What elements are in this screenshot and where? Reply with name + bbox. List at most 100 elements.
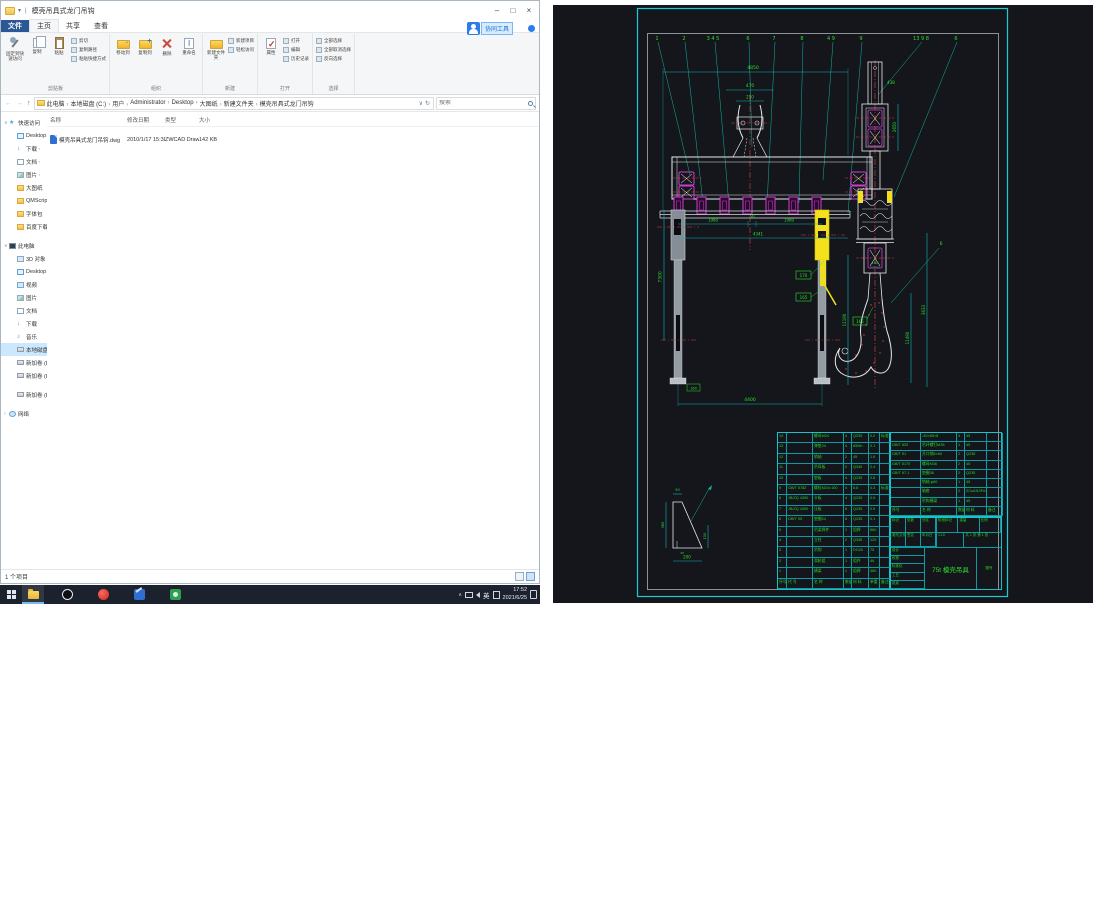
breadcrumb-segment[interactable]: 此电脑 ›	[47, 99, 71, 108]
quick-access-toolbar[interactable]: ▾ |	[17, 7, 28, 15]
nav-item[interactable]: Desktop	[1, 265, 47, 278]
column-header[interactable]: 大小	[199, 116, 229, 124]
bom-table: 14 螺母M24 4 Q235 0.2 标准 13 弹垫24 4 65Mn 0.1 12 销轴 …	[777, 432, 891, 590]
tray-monitor-icon[interactable]	[465, 591, 474, 598]
svg-text:4400: 4400	[744, 397, 756, 403]
forward-icon[interactable]: →	[15, 100, 24, 107]
open-button[interactable]: 打开	[283, 38, 309, 44]
nav-item[interactable]: 图片	[1, 291, 47, 304]
tab-home[interactable]: 主页	[29, 19, 59, 32]
tab-file[interactable]: 文件	[1, 20, 29, 32]
nav-item[interactable]: QMScript	[1, 194, 47, 207]
column-header[interactable]: 名称	[50, 116, 127, 124]
nav-item[interactable]: 音乐	[1, 330, 47, 343]
up-icon[interactable]: ↑	[26, 100, 32, 107]
nav-item[interactable]: 文档	[1, 155, 47, 168]
rename-button[interactable]: 重命名	[178, 35, 200, 55]
search-box[interactable]	[436, 96, 536, 110]
collab-overlay[interactable]: 协同工具	[466, 22, 513, 35]
tray-expand-icon[interactable]: ∧	[458, 592, 462, 598]
new-folder-button[interactable]: 新建文件夹	[205, 35, 227, 60]
nav-item[interactable]: 新加卷 (E:)	[1, 369, 47, 382]
tray-app-icon[interactable]	[492, 590, 500, 599]
revision-label: 签名	[906, 532, 921, 547]
easy-access-button[interactable]: 轻松访问	[228, 47, 254, 53]
nav-item[interactable]: 字体包	[1, 207, 47, 220]
file-row[interactable]: 模壳吊具式龙门吊钩.dwg 2010/1/17 15:38 ZWCAD Draw…	[47, 133, 539, 146]
nav-item[interactable]: ∨ 快速访问	[1, 116, 47, 129]
details-view-icon[interactable]	[515, 572, 524, 581]
nav-item[interactable]: 新加卷 (D:)	[1, 356, 47, 369]
breadcrumb-segment[interactable]: 本地磁盘 (C:) ›	[71, 99, 113, 108]
notification-center-icon[interactable]	[530, 590, 537, 599]
help-icon[interactable]	[528, 25, 535, 32]
select-all-button[interactable]: 全部选择	[316, 38, 351, 44]
nav-item[interactable]: 文档	[1, 304, 47, 317]
start-button[interactable]	[0, 585, 22, 604]
title-bar[interactable]: ▾ | 模壳吊具式龙门吊钩 – □ ×	[1, 1, 539, 20]
edit-button[interactable]: 编辑	[283, 47, 309, 53]
breadcrumb-segment[interactable]: Administrator ›	[130, 100, 171, 106]
paste-button[interactable]: 粘贴	[48, 35, 70, 55]
close-button[interactable]: ×	[521, 3, 537, 18]
new-item-button[interactable]: 新建项目	[228, 38, 254, 44]
search-input[interactable]	[439, 100, 528, 106]
copy-to-button[interactable]: 复制到	[134, 35, 156, 55]
thumbnail-view-icon[interactable]	[526, 572, 535, 581]
tab-view[interactable]: 查看	[87, 20, 115, 32]
breadcrumb-segment[interactable]: 模壳吊具式龙门吊钩›	[260, 99, 314, 108]
taskbar-explorer-icon[interactable]	[22, 585, 44, 604]
paste-shortcut-button[interactable]: 粘贴快捷方式	[71, 56, 106, 62]
pin-quick-access-button[interactable]: 固定到快速访问	[4, 35, 26, 61]
volume-icon[interactable]	[476, 591, 481, 598]
history-button[interactable]: 历史记录	[283, 56, 309, 62]
nav-item[interactable]: 3D 对象	[1, 252, 47, 265]
nav-item[interactable]: ∨ 此电脑	[1, 239, 47, 252]
breadcrumb-segment[interactable]: 用户 ›	[112, 99, 130, 108]
nav-item[interactable]: 本地磁盘 (C:)	[1, 343, 47, 356]
column-header[interactable]: 类型	[165, 116, 199, 124]
taskbar-app-red-icon[interactable]	[92, 585, 114, 604]
taskbar-clock[interactable]: 17:52 2021/6/25	[503, 587, 527, 601]
minimize-button[interactable]: –	[489, 3, 505, 18]
invert-selection-button[interactable]: 反向选择	[316, 56, 351, 62]
bom-row: 7 JB/ZQ 4390 压板 6 Q235 0.5	[778, 505, 891, 517]
explorer-app-icon	[5, 6, 15, 15]
breadcrumb-segment[interactable]: 大图纸 ›	[200, 99, 224, 108]
select-none-button[interactable]: 全部取消选择	[316, 47, 351, 53]
nav-item[interactable]: Desktop	[1, 129, 47, 142]
taskbar-app-green-icon[interactable]	[164, 585, 186, 604]
copy-button[interactable]: 复制	[26, 35, 48, 54]
nav-item[interactable]: 新加卷 (F:)	[1, 388, 47, 401]
column-header[interactable]: 修改日期	[127, 116, 165, 124]
nav-item[interactable]: 大图纸	[1, 181, 47, 194]
breadcrumb-segment[interactable]: 新建文件夹 ›	[224, 99, 260, 108]
cut-button[interactable]: 剪切	[71, 38, 106, 44]
nav-item[interactable]: 下载	[1, 317, 47, 330]
breadcrumb[interactable]: 此电脑 › 本地磁盘 (C:) › 用户 › Administrator › Desktop › 大…	[33, 96, 434, 110]
delete-button[interactable]: 删除	[156, 35, 178, 56]
nav-item[interactable]: › 网络	[1, 407, 47, 420]
nav-item[interactable]: 视频	[1, 278, 47, 291]
nav-item-icon	[17, 158, 24, 165]
nav-item-icon	[17, 307, 24, 314]
part-tags: 170 165 160	[686, 260, 826, 392]
refresh-icon[interactable]: ↻	[424, 100, 431, 107]
qat-customize-icon[interactable]: ▾	[17, 7, 22, 14]
nav-item[interactable]: 百度下载	[1, 220, 47, 233]
taskbar-app-blue-icon[interactable]	[128, 585, 150, 604]
nav-item-icon	[17, 171, 24, 178]
nav-item[interactable]: 下载	[1, 142, 47, 155]
ime-indicator[interactable]: 英	[483, 590, 490, 600]
maximize-button[interactable]: □	[505, 3, 521, 18]
move-to-button[interactable]: 移动到	[112, 35, 134, 55]
breadcrumb-segment[interactable]: Desktop ›	[172, 100, 200, 106]
svg-text:30: 30	[680, 551, 684, 555]
properties-button[interactable]: 属性	[260, 35, 282, 55]
file-list[interactable]: 名称 修改日期 类型 大小 模壳吊具式龙门吊钩.dwg 2010/1/17 15:38…	[47, 114, 539, 569]
tab-share[interactable]: 共享	[59, 20, 87, 32]
back-icon[interactable]: ←	[4, 100, 13, 107]
nav-item[interactable]: 图片	[1, 168, 47, 181]
copy-path-button[interactable]: 复制路径	[71, 47, 106, 53]
taskbar-browser-icon[interactable]	[56, 585, 78, 604]
